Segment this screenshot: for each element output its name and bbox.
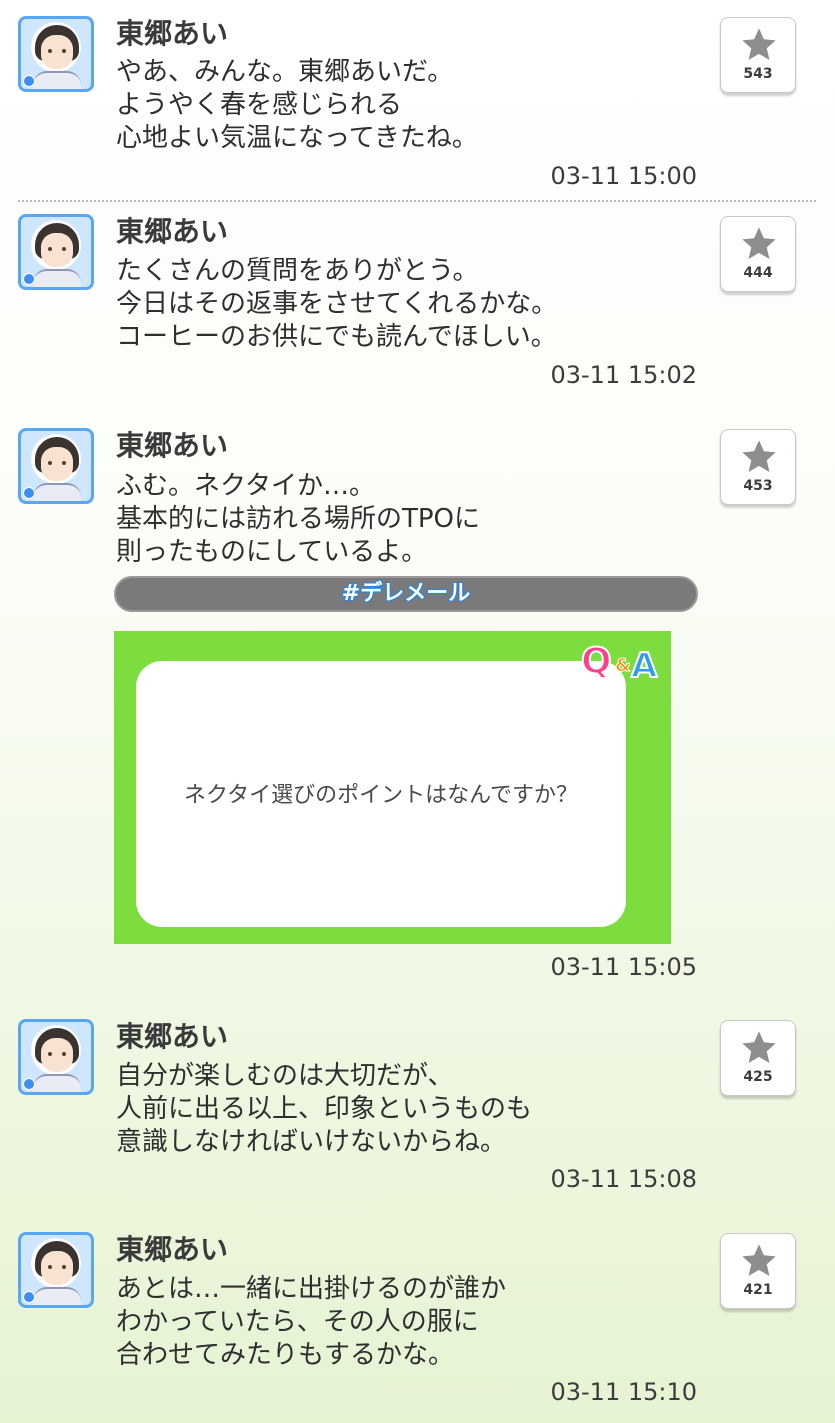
like-count: 421 [743, 1282, 773, 1298]
svg-text:A: A [631, 646, 658, 681]
gem-icon [23, 273, 35, 285]
qa-card-image[interactable]: ネクタイ選びのポイントはなんですか？ Q & A [114, 631, 671, 944]
like-count: 543 [743, 66, 773, 82]
post-message: たくさんの質問をありがとう。 今日はその返事をさせてくれるかな。 コーヒーのお供… [116, 256, 558, 352]
divider [18, 200, 816, 202]
avatar[interactable] [18, 214, 94, 290]
like-button[interactable]: 444 [720, 216, 796, 292]
poster-name: 東郷あい [116, 429, 229, 462]
star-icon [742, 28, 776, 61]
post-message: 自分が楽しむのは大切だが、 人前に出る以上、印象というものも 意識しなければいけ… [116, 1061, 533, 1157]
avatar[interactable] [18, 428, 94, 504]
post-timestamp: 03-11 15:00 [550, 162, 697, 190]
svg-text:&: & [615, 655, 631, 676]
gem-icon [23, 487, 35, 499]
avatar[interactable] [18, 1019, 94, 1095]
poster-name: 東郷あい [116, 1233, 229, 1266]
avatar[interactable] [18, 16, 94, 92]
poster-name: 東郷あい [116, 17, 229, 50]
post-timestamp: 03-11 15:10 [550, 1378, 697, 1406]
gem-icon [23, 75, 35, 87]
post-timestamp: 03-11 15:08 [550, 1165, 697, 1193]
hashtag-bar[interactable]: #デレメール [114, 576, 698, 612]
post-timestamp: 03-11 15:02 [550, 361, 697, 389]
star-icon [742, 1244, 776, 1277]
like-button[interactable]: 543 [720, 17, 796, 93]
avatar[interactable] [18, 1232, 94, 1308]
like-button[interactable]: 453 [720, 429, 796, 505]
star-icon [742, 440, 776, 473]
qa-badge-icon: Q & A [580, 640, 659, 681]
like-count: 444 [743, 265, 773, 281]
post-message: やあ、みんな。東郷あいだ。 ようやく春を感じられる 心地よい気温になってきたね。 [116, 57, 478, 153]
poster-name: 東郷あい [116, 1020, 229, 1053]
like-count: 453 [743, 478, 773, 494]
gem-icon [23, 1078, 35, 1090]
post-message: ふむ。ネクタイか…。 基本的には訪れる場所のTPOに 則ったものにしているよ。 [116, 471, 481, 567]
star-icon [742, 227, 776, 260]
like-count: 425 [743, 1069, 773, 1085]
hashtag-label: #デレメール [341, 581, 471, 606]
like-button[interactable]: 425 [720, 1020, 796, 1096]
poster-name: 東郷あい [116, 215, 229, 248]
gem-icon [23, 1291, 35, 1303]
svg-text:Q: Q [581, 641, 612, 681]
like-button[interactable]: 421 [720, 1233, 796, 1309]
qa-question: ネクタイ選びのポイントはなんですか？ [183, 783, 579, 808]
star-icon [742, 1031, 776, 1064]
post-timestamp: 03-11 15:05 [550, 953, 697, 981]
qa-question-box: ネクタイ選びのポイントはなんですか？ [136, 661, 626, 927]
post-message: あとは…一緒に出掛けるのが誰か わかっていたら、その人の服に 合わせてみたりもす… [116, 1274, 507, 1370]
